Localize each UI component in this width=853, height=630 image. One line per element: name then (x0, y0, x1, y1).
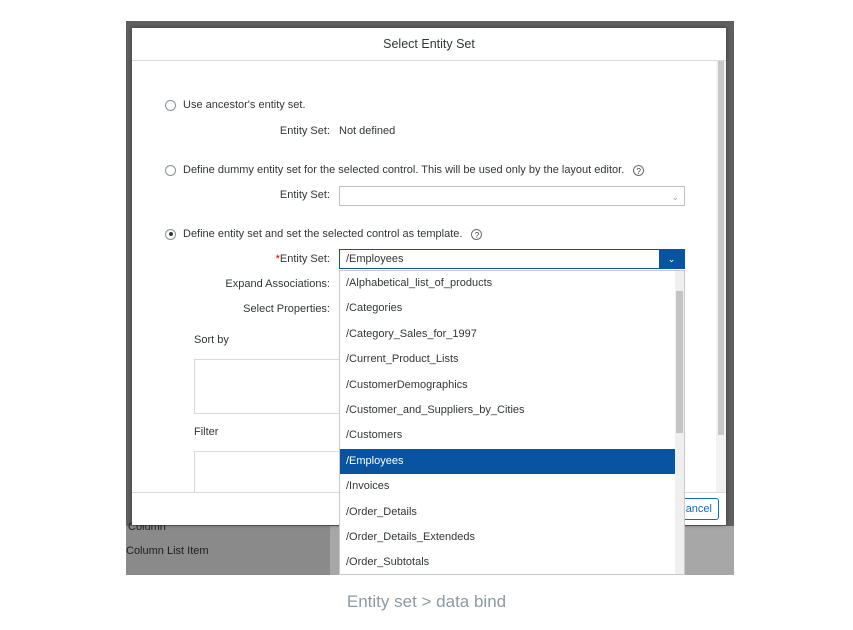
template-radio[interactable] (165, 228, 176, 240)
caption: Entity set > data bind (346, 592, 507, 611)
select-properties-label: Select Properties: (243, 303, 330, 315)
dropdown-item[interactable]: /Order_Details (340, 500, 675, 525)
dropdown-item[interactable]: /Alphabetical_list_of_products (340, 271, 675, 296)
dropdown-item[interactable]: /Invoices (340, 474, 675, 499)
dropdown-item[interactable]: /Order_Subtotals (340, 550, 675, 574)
ancestor-entity-set-value: Not defined (339, 125, 396, 137)
dropdown-item[interactable]: /Customers (340, 423, 675, 448)
ancestor-radio[interactable] (165, 99, 176, 111)
dropdown-scrollbar-thumb[interactable] (676, 291, 683, 433)
dummy-label: Define dummy entity set for the selected… (183, 164, 625, 176)
dummy-radio[interactable] (165, 164, 176, 176)
template-label: Define entity set and set the selected c… (183, 228, 463, 240)
dummy-entity-set-select[interactable]: ⌄ (339, 186, 685, 206)
dialog-scrollbar[interactable] (716, 61, 726, 493)
ancestor-label: Use ancestor's entity set. (183, 99, 306, 111)
dialog-scrollbar-thumb[interactable] (718, 61, 724, 435)
dropdown-item[interactable]: /Current_Product_Lists (340, 347, 675, 372)
dropdown-item[interactable]: /Order_Details_Extendeds (340, 525, 675, 550)
ancestor-entity-set-label: Entity Set: (279, 125, 330, 137)
chevron-down-icon[interactable]: ⌄ (659, 250, 684, 268)
dropdown-item[interactable]: /Categories (340, 296, 675, 321)
expand-associations-label: Expand Associations: (225, 278, 330, 290)
dropdown-item[interactable]: /Customer_and_Suppliers_by_Cities (340, 398, 675, 423)
filter-box[interactable] (194, 451, 354, 496)
dropdown-item[interactable]: /Category_Sales_for_1997 (340, 322, 675, 347)
dropdown-item[interactable]: /Employees (340, 448, 675, 475)
sort-by-box[interactable] (194, 359, 354, 414)
dialog-title: Select Entity Set (132, 28, 726, 61)
chevron-down-icon: ⌄ (671, 192, 679, 202)
option-dummy[interactable]: Define dummy entity set for the selected… (165, 164, 645, 176)
entity-set-select[interactable]: /Employees ⌄ (339, 249, 685, 269)
sort-by-label: Sort by (194, 334, 229, 346)
dropdown-items: /Alphabetical_list_of_products/Categorie… (340, 271, 684, 574)
entity-set-select-value: /Employees (346, 253, 404, 265)
background-column-list-item-label: Column List Item (126, 545, 209, 557)
dummy-help-icon[interactable]: ? (633, 164, 645, 176)
option-template[interactable]: Define entity set and set the selected c… (165, 228, 483, 240)
dummy-entity-set-label: Entity Set: (279, 189, 330, 201)
template-entity-set-label: *Entity Set: (275, 253, 330, 265)
dropdown-item[interactable]: /CustomerDemographics (340, 373, 675, 398)
screenshot-frame: Column Column List Item Select Entity Se… (126, 21, 734, 575)
template-help-icon[interactable]: ? (471, 228, 483, 240)
dropdown-scrollbar[interactable] (675, 271, 684, 574)
entity-set-dropdown-list[interactable]: /Alphabetical_list_of_products/Categorie… (339, 270, 685, 575)
filter-label: Filter (194, 426, 219, 438)
option-ancestor[interactable]: Use ancestor's entity set. (165, 99, 306, 111)
